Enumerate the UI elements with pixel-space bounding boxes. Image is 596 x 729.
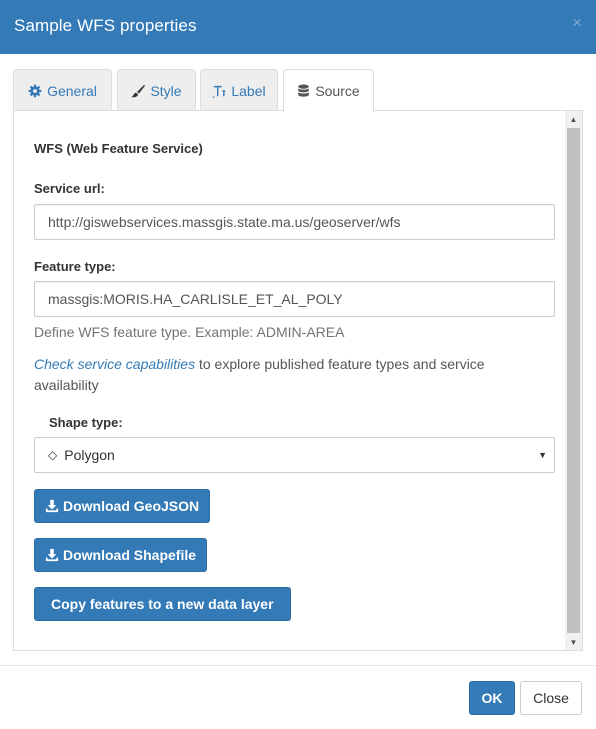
gear-icon <box>28 84 42 97</box>
service-url-input[interactable]: http://giswebservices.massgis.state.ma.u… <box>34 204 555 240</box>
source-panel: WFS (Web Feature Service) Service url: h… <box>13 110 583 651</box>
tab-label-label: Label <box>231 82 266 99</box>
footer-divider <box>0 665 596 666</box>
copy-features-button[interactable]: Copy features to a new data layer <box>34 587 291 621</box>
shape-type-select[interactable]: ◇ Polygon ▼ <box>34 437 555 473</box>
tab-style[interactable]: Style <box>117 69 196 111</box>
shape-type-value: Polygon <box>64 447 115 463</box>
download-icon <box>45 548 59 562</box>
tab-style-label: Style <box>150 82 182 99</box>
shape-type-label: Shape type: <box>49 415 123 430</box>
tab-source-label: Source <box>315 83 360 99</box>
close-icon[interactable]: × <box>572 13 582 33</box>
check-capabilities-link[interactable]: Check service capabilities <box>34 356 195 372</box>
feature-type-label: Feature type: <box>34 259 116 274</box>
brush-icon <box>131 84 146 97</box>
tab-general[interactable]: General <box>13 69 112 111</box>
dialog-title: Sample WFS properties <box>14 16 197 35</box>
text-icon <box>213 85 226 98</box>
database-icon <box>298 84 310 97</box>
service-url-label: Service url: <box>34 181 105 196</box>
download-geojson-label: Download GeoJSON <box>63 498 200 514</box>
download-shapefile-label: Download Shapefile <box>63 547 197 563</box>
download-shapefile-button[interactable]: Download Shapefile <box>34 538 208 572</box>
download-icon <box>45 499 59 513</box>
tab-source[interactable]: Source <box>283 69 374 112</box>
copy-features-label: Copy features to a new data layer <box>51 596 274 612</box>
feature-type-input[interactable]: massgis:MORIS.HA_CARLISLE_ET_AL_POLY <box>34 281 555 317</box>
chevron-down-icon: ▼ <box>538 450 547 460</box>
capabilities-paragraph: Check service capabilities to explore pu… <box>34 354 524 396</box>
download-geojson-button[interactable]: Download GeoJSON <box>34 489 211 523</box>
section-title: WFS (Web Feature Service) <box>34 141 203 156</box>
scroll-down-icon[interactable]: ▼ <box>565 634 582 650</box>
panel-scrollbar[interactable]: ▲ ▼ <box>565 111 582 650</box>
dialog-header: Sample WFS properties × <box>0 0 596 54</box>
scroll-thumb[interactable] <box>567 128 580 633</box>
scroll-up-icon[interactable]: ▲ <box>565 111 582 127</box>
wfs-properties-dialog: Sample WFS properties × General Style La… <box>0 0 596 729</box>
ok-button[interactable]: OK <box>469 681 515 715</box>
polygon-icon: ◇ <box>48 448 58 462</box>
tab-general-label: General <box>47 82 97 99</box>
tab-label[interactable]: Label <box>200 69 278 111</box>
feature-type-help: Define WFS feature type. Example: ADMIN-… <box>34 324 345 340</box>
close-button[interactable]: Close <box>520 681 582 715</box>
